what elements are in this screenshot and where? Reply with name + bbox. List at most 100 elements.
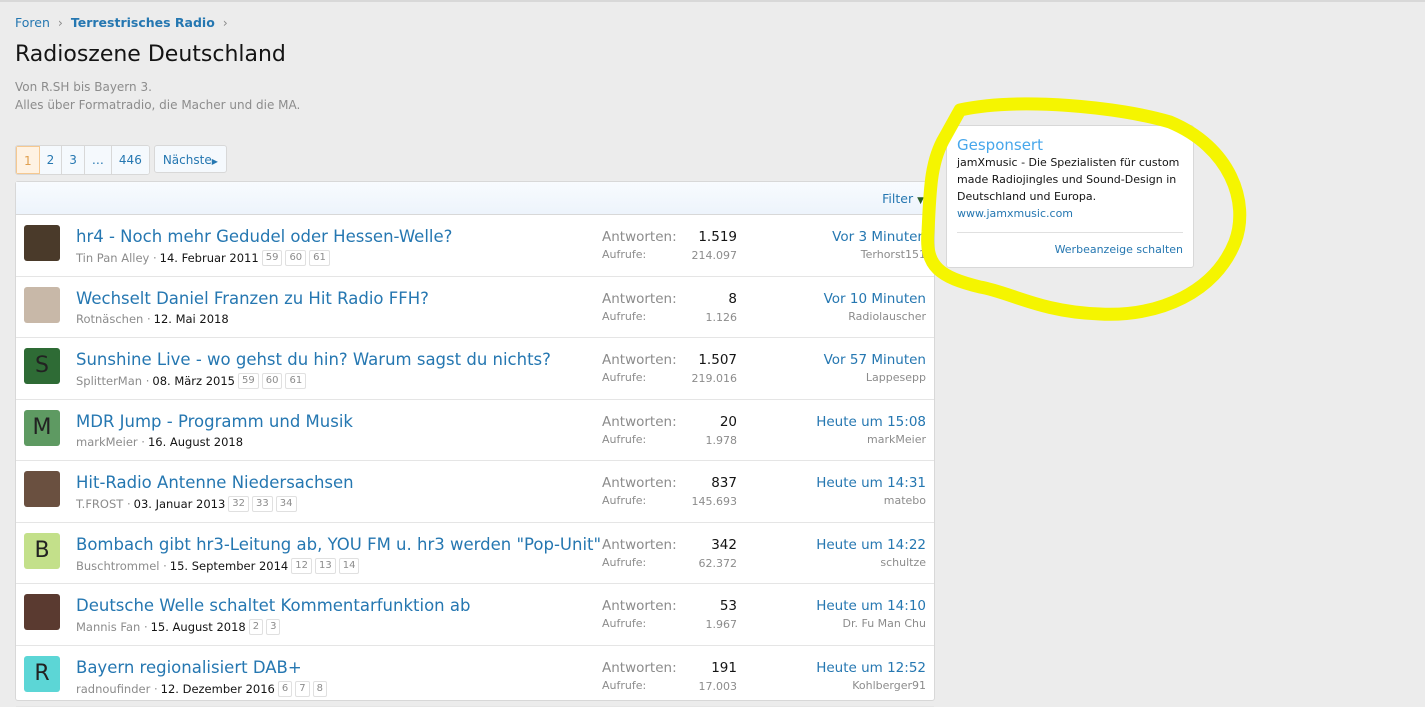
thread-date[interactable]: 12. Dezember 2016 <box>161 682 275 696</box>
separator: · <box>159 559 166 573</box>
thread-page-link[interactable]: 61 <box>309 250 330 266</box>
thread-title[interactable]: Bayern regionalisiert DAB+ <box>76 658 302 677</box>
replies-count: 191 <box>711 660 737 676</box>
thread-meta: Buschtrommel · 15. September 2014121314 <box>76 558 359 574</box>
last-post-time[interactable]: Vor 57 Minuten <box>824 352 926 368</box>
thread-author[interactable]: T.FROST <box>76 497 123 511</box>
last-post-time[interactable]: Heute um 12:52 <box>816 660 926 676</box>
thread-page-link[interactable]: 60 <box>262 373 283 389</box>
thread-page-link[interactable]: 59 <box>262 250 283 266</box>
thread-title[interactable]: MDR Jump - Programm und Musik <box>76 412 353 431</box>
breadcrumb-terrestrisches-radio[interactable]: Terrestrisches Radio <box>71 15 215 30</box>
last-post-time[interactable]: Heute um 14:22 <box>816 537 926 553</box>
thread-author[interactable]: Tin Pan Alley <box>76 251 149 265</box>
last-post-user[interactable]: Dr. Fu Man Chu <box>816 617 926 630</box>
thread-date[interactable]: 12. Mai 2018 <box>154 312 229 326</box>
thread-author[interactable]: SplitterMan <box>76 374 142 388</box>
last-post-user[interactable]: schultze <box>816 556 926 569</box>
thread-title[interactable]: hr4 - Noch mehr Gedudel oder Hessen-Well… <box>76 227 452 246</box>
description-line: Von R.SH bis Bayern 3. <box>15 78 300 96</box>
replies-label: Antworten: <box>602 291 737 307</box>
avatar[interactable]: R <box>24 656 60 692</box>
thread-stats: Antworten:Aufrufe:81.126 <box>602 291 737 323</box>
thread-title[interactable]: Hit-Radio Antenne Niedersachsen <box>76 473 354 492</box>
divider <box>957 232 1183 233</box>
views-count: 219.016 <box>692 372 738 385</box>
thread-title[interactable]: Sunshine Live - wo gehst du hin? Warum s… <box>76 350 551 369</box>
views-count: 1.967 <box>706 618 738 631</box>
place-ad-link[interactable]: Werbeanzeige schalten <box>957 243 1183 256</box>
thread-title[interactable]: Wechselt Daniel Franzen zu Hit Radio FFH… <box>76 289 429 308</box>
thread-page-link[interactable]: 61 <box>285 373 306 389</box>
last-post-user[interactable]: Kohlberger91 <box>816 679 926 692</box>
thread-title[interactable]: Bombach gibt hr3-Leitung ab, YOU FM u. h… <box>76 535 601 554</box>
avatar[interactable] <box>24 471 60 507</box>
thread-page-link[interactable]: 3 <box>266 619 280 635</box>
thread-page-link[interactable]: 12 <box>291 558 312 574</box>
thread-stats: Antworten:Aufrufe:201.978 <box>602 414 737 446</box>
thread-page-link[interactable]: 14 <box>339 558 360 574</box>
thread-author[interactable]: radnoufinder <box>76 682 150 696</box>
thread-page-link[interactable]: 8 <box>313 681 327 697</box>
last-post-user[interactable]: matebo <box>816 494 926 507</box>
last-post-time[interactable]: Heute um 15:08 <box>816 414 926 430</box>
thread-page-link[interactable]: 32 <box>228 496 249 512</box>
last-post-time[interactable]: Vor 10 Minuten <box>824 291 926 307</box>
last-post: Heute um 14:31 matebo <box>816 475 926 507</box>
next-page-button[interactable]: Nächste▶ <box>154 145 227 173</box>
thread-page-link[interactable]: 60 <box>285 250 306 266</box>
thread-page-link[interactable]: 59 <box>238 373 259 389</box>
page-ellipsis[interactable]: … <box>85 146 112 174</box>
separator: · <box>150 682 157 696</box>
last-post: Heute um 14:10 Dr. Fu Man Chu <box>816 598 926 630</box>
thread-title[interactable]: Deutsche Welle schaltet Kommentarfunktio… <box>76 596 470 615</box>
thread-date[interactable]: 14. Februar 2011 <box>160 251 259 265</box>
avatar[interactable]: B <box>24 533 60 569</box>
page-1[interactable]: 1 <box>16 146 40 174</box>
thread-row: Wechselt Daniel Franzen zu Hit Radio FFH… <box>16 277 934 339</box>
breadcrumb-foren[interactable]: Foren <box>15 15 50 30</box>
ad-link[interactable]: www.jamxmusic.com <box>957 207 1183 220</box>
replies-count: 8 <box>728 291 737 307</box>
thread-author[interactable]: Mannis Fan <box>76 620 140 634</box>
thread-page-link[interactable]: 34 <box>276 496 297 512</box>
avatar[interactable]: S <box>24 348 60 384</box>
avatar[interactable] <box>24 225 60 261</box>
last-post-user[interactable]: Radiolauscher <box>824 310 926 323</box>
thread-meta: SplitterMan ·08. März 2015596061 <box>76 373 306 389</box>
next-label: Nächste <box>163 153 212 167</box>
avatar[interactable] <box>24 287 60 323</box>
last-post-user[interactable]: Lappesepp <box>824 371 926 384</box>
thread-stats: Antworten:Aufrufe:34262.372 <box>602 537 737 569</box>
last-post-time[interactable]: Heute um 14:31 <box>816 475 926 491</box>
thread-page-link[interactable]: 13 <box>315 558 336 574</box>
thread-date[interactable]: 03. Januar 2013 <box>134 497 226 511</box>
thread-page-link[interactable]: 6 <box>278 681 292 697</box>
last-post-user[interactable]: Terhorst151 <box>832 248 926 261</box>
thread-meta: markMeier ·16. August 2018 <box>76 435 243 449</box>
thread-date[interactable]: 08. März 2015 <box>152 374 235 388</box>
thread-page-link[interactable]: 2 <box>249 619 263 635</box>
avatar[interactable] <box>24 594 60 630</box>
thread-page-link[interactable]: 33 <box>252 496 273 512</box>
replies-count: 20 <box>720 414 737 430</box>
views-count: 214.097 <box>692 249 738 262</box>
thread-page-link[interactable]: 7 <box>295 681 309 697</box>
thread-date[interactable]: 15. August 2018 <box>151 620 246 634</box>
thread-author[interactable]: markMeier <box>76 435 138 449</box>
avatar[interactable]: M <box>24 410 60 446</box>
thread-stats: Antworten:Aufrufe:531.967 <box>602 598 737 630</box>
page-last[interactable]: 446 <box>112 146 149 174</box>
thread-stats: Antworten:Aufrufe:1.519214.097 <box>602 229 737 261</box>
thread-author[interactable]: Rotnäschen <box>76 312 143 326</box>
thread-date[interactable]: 16. August 2018 <box>148 435 243 449</box>
last-post-time[interactable]: Vor 3 Minuten <box>832 229 926 245</box>
thread-date[interactable]: 15. September 2014 <box>170 559 288 573</box>
thread-author[interactable]: Buschtrommel <box>76 559 159 573</box>
thread-list: Filter ▼ hr4 - Noch mehr Gedudel oder He… <box>15 181 935 701</box>
page-3[interactable]: 3 <box>62 146 85 174</box>
last-post-user[interactable]: markMeier <box>816 433 926 446</box>
last-post-time[interactable]: Heute um 14:10 <box>816 598 926 614</box>
page-2[interactable]: 2 <box>40 146 63 174</box>
filter-button[interactable]: Filter ▼ <box>882 191 924 206</box>
